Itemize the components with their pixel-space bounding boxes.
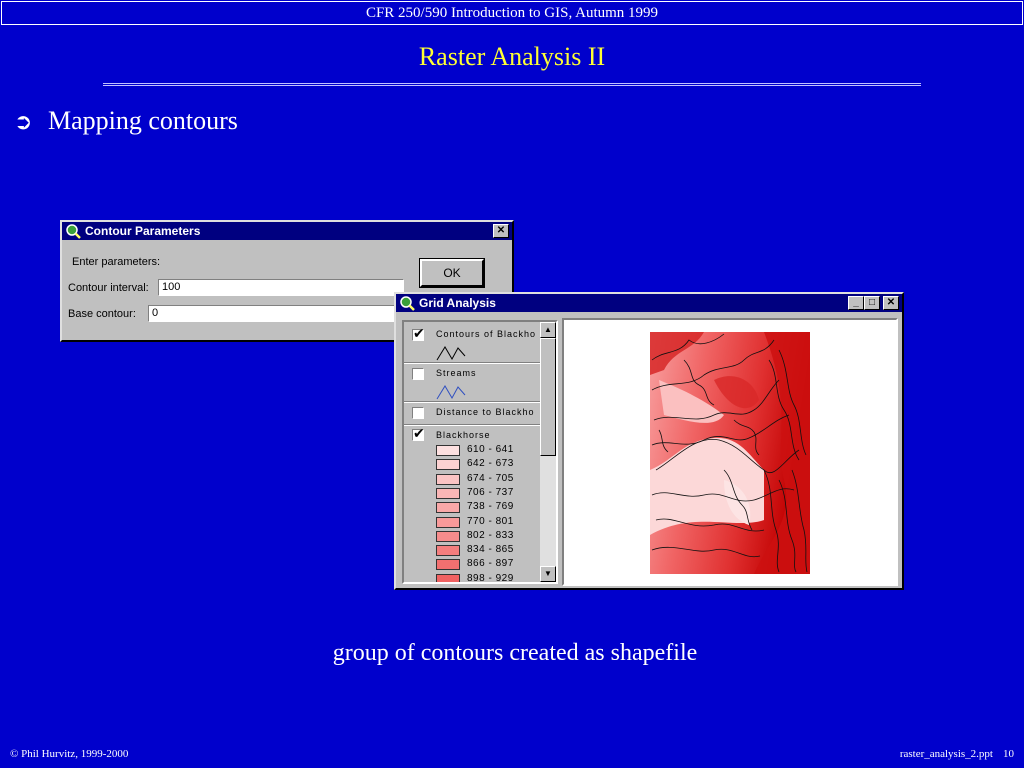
legend-swatch bbox=[436, 459, 460, 471]
ok-button[interactable]: OK bbox=[419, 258, 485, 288]
contour-dialog-titlebar[interactable]: Contour Parameters ✕ bbox=[62, 222, 512, 240]
layer-distance[interactable]: Distance to Blackho bbox=[404, 404, 542, 424]
legend-range-label: 738 - 769 bbox=[467, 501, 514, 513]
legend-swatch bbox=[436, 445, 460, 456]
legend-range-label: 642 - 673 bbox=[467, 458, 514, 470]
legend-range-label: 802 - 833 bbox=[467, 529, 514, 541]
footer-page-number: 10 bbox=[1003, 748, 1014, 760]
legend-swatch bbox=[436, 545, 460, 557]
bullet-text: Mapping contours bbox=[48, 106, 238, 135]
bullet-item: ➲ Mapping contours bbox=[14, 106, 238, 136]
legend-swatch bbox=[436, 559, 460, 571]
title-divider bbox=[103, 83, 921, 86]
legend-swatch bbox=[436, 573, 460, 582]
layer-separator bbox=[404, 401, 542, 403]
contour-line-symbol-icon bbox=[436, 346, 466, 361]
legend-swatch bbox=[436, 502, 460, 514]
legend-swatch bbox=[436, 487, 460, 499]
legend-range-label: 898 - 929 bbox=[467, 572, 514, 584]
legend-range-label: 610 - 641 bbox=[467, 444, 514, 455]
close-icon[interactable]: ✕ bbox=[493, 224, 509, 238]
minimize-icon[interactable]: _ bbox=[848, 296, 864, 310]
grid-window-title: Grid Analysis bbox=[419, 296, 496, 310]
maximize-icon[interactable]: □ bbox=[864, 296, 880, 310]
magnifier-globe-icon bbox=[66, 224, 81, 239]
footer-info: raster_analysis_2.ppt 10 bbox=[890, 748, 1014, 760]
layer-checkbox[interactable] bbox=[412, 426, 425, 442]
layer-name: Blackhorse bbox=[436, 430, 491, 440]
base-contour-label: Base contour: bbox=[68, 308, 136, 320]
slide-title: Raster Analysis II bbox=[418, 42, 606, 71]
layer-checkbox[interactable] bbox=[412, 326, 425, 342]
contour-interval-input[interactable]: 100 bbox=[158, 279, 404, 296]
toc-list: Contours of Blackho Streams Distance to … bbox=[404, 322, 542, 582]
elevation-contour-map bbox=[650, 332, 810, 574]
legend-swatch bbox=[436, 473, 460, 485]
slide-header-text: CFR 250/590 Introduction to GIS, Autumn … bbox=[1, 1, 1023, 25]
slide-header: CFR 250/590 Introduction to GIS, Autumn … bbox=[0, 0, 1024, 26]
map-view[interactable] bbox=[562, 318, 898, 586]
grid-window-titlebar[interactable]: Grid Analysis _ □ ✕ bbox=[396, 294, 902, 312]
magnifier-globe-icon bbox=[400, 296, 415, 311]
layer-name: Contours of Blackho bbox=[436, 329, 537, 339]
legend-range-label: 866 - 897 bbox=[467, 558, 514, 570]
stream-line-symbol-icon bbox=[436, 385, 466, 400]
layer-name: Distance to Blackho bbox=[436, 407, 535, 417]
layer-checkbox[interactable] bbox=[412, 407, 424, 419]
toc-scrollbar[interactable]: ▲ ▼ bbox=[540, 322, 556, 582]
base-contour-input[interactable]: 0 bbox=[148, 305, 404, 322]
slide-caption: group of contours created as shapefile bbox=[332, 640, 698, 666]
scroll-down-icon[interactable]: ▼ bbox=[540, 566, 556, 582]
footer-copyright: © Phil Hurvitz, 1999-2000 bbox=[10, 748, 129, 760]
contour-dialog-title: Contour Parameters bbox=[85, 224, 201, 238]
layer-separator bbox=[404, 362, 542, 364]
contour-interval-label: Contour interval: bbox=[68, 282, 149, 294]
layer-contours[interactable]: Contours of Blackho bbox=[404, 326, 542, 362]
layer-checkbox[interactable] bbox=[412, 368, 424, 380]
legend-range-label: 706 - 737 bbox=[467, 486, 514, 498]
scroll-up-icon[interactable]: ▲ bbox=[540, 322, 556, 338]
enter-parameters-label: Enter parameters: bbox=[72, 256, 161, 268]
footer-filename: raster_analysis_2.ppt bbox=[899, 748, 993, 760]
layer-streams[interactable]: Streams bbox=[404, 365, 542, 401]
legend-range-label: 674 - 705 bbox=[467, 472, 514, 484]
legend-swatch bbox=[436, 516, 460, 528]
layer-name: Streams bbox=[436, 368, 477, 378]
legend-range-label: 834 - 865 bbox=[467, 544, 514, 556]
grid-analysis-window: Grid Analysis _ □ ✕ Contours of Blackho … bbox=[394, 292, 904, 590]
legend-swatch bbox=[436, 530, 460, 542]
scroll-thumb[interactable] bbox=[540, 338, 556, 456]
close-icon[interactable]: ✕ bbox=[883, 296, 899, 310]
legend-range-label: 770 - 801 bbox=[467, 515, 514, 527]
table-of-contents: Contours of Blackho Streams Distance to … bbox=[402, 320, 558, 584]
arrow-circle-icon: ➲ bbox=[14, 110, 33, 135]
